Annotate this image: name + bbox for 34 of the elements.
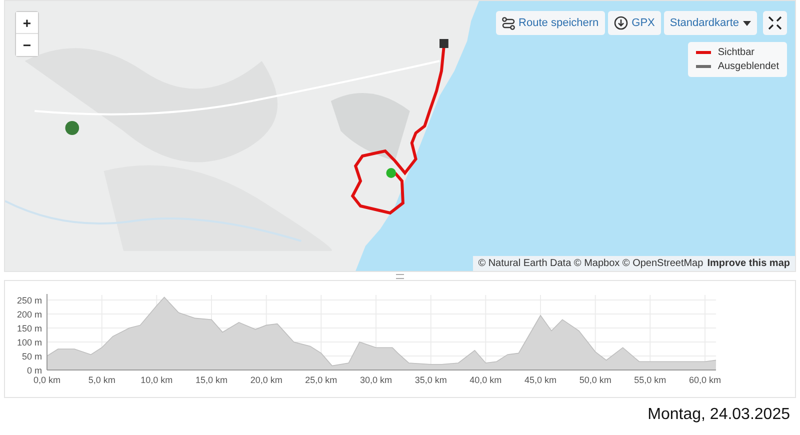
x-tick-label: 40,0 km [470, 375, 502, 385]
save-route-button[interactable]: Route speichern [496, 11, 605, 35]
map-style-dropdown[interactable]: Standardkarte [664, 11, 757, 35]
x-tick-label: 50,0 km [579, 375, 612, 385]
x-tick-label: 15,0 km [196, 375, 228, 385]
y-tick-label: 250 m [16, 296, 42, 306]
x-tick-label: 5,0 km [88, 375, 116, 385]
y-tick-label: 150 m [16, 324, 42, 334]
x-tick-label: 0,0 km [34, 375, 60, 385]
x-tick-label: 45,0 km [524, 375, 556, 385]
x-tick-label: 10,0 km [140, 375, 173, 385]
y-tick-label: 50 m [22, 352, 42, 362]
x-tick-label: 30,0 km [360, 375, 392, 385]
gpx-download-button[interactable]: GPX [608, 11, 661, 35]
x-tick-label: 35,0 km [414, 375, 447, 385]
date-label: Montag, 24.03.2025 [648, 406, 790, 424]
x-tick-label: 60,0 km [689, 375, 721, 385]
improve-map-link[interactable]: Improve this map [707, 258, 790, 269]
attribution-text: © Natural Earth Data © Mapbox © OpenStreetMap [478, 258, 704, 269]
legend-label: Ausgeblendet [718, 61, 779, 72]
legend-label: Sichtbar [718, 47, 755, 58]
x-tick-label: 25,0 km [305, 375, 338, 385]
x-tick-label: 20,0 km [250, 375, 282, 385]
y-tick-label: 0 m [26, 366, 42, 376]
resize-handle[interactable] [396, 274, 404, 278]
download-icon [614, 16, 628, 30]
x-tick-label: 55,0 km [634, 375, 666, 385]
route-icon [502, 16, 515, 30]
fullscreen-icon [768, 16, 782, 30]
y-tick-label: 200 m [16, 310, 42, 320]
y-tick-label: 100 m [16, 338, 42, 348]
caret-icon [743, 20, 751, 26]
zoom-in-button[interactable]: + [16, 12, 38, 34]
fullscreen-button[interactable] [763, 11, 787, 35]
